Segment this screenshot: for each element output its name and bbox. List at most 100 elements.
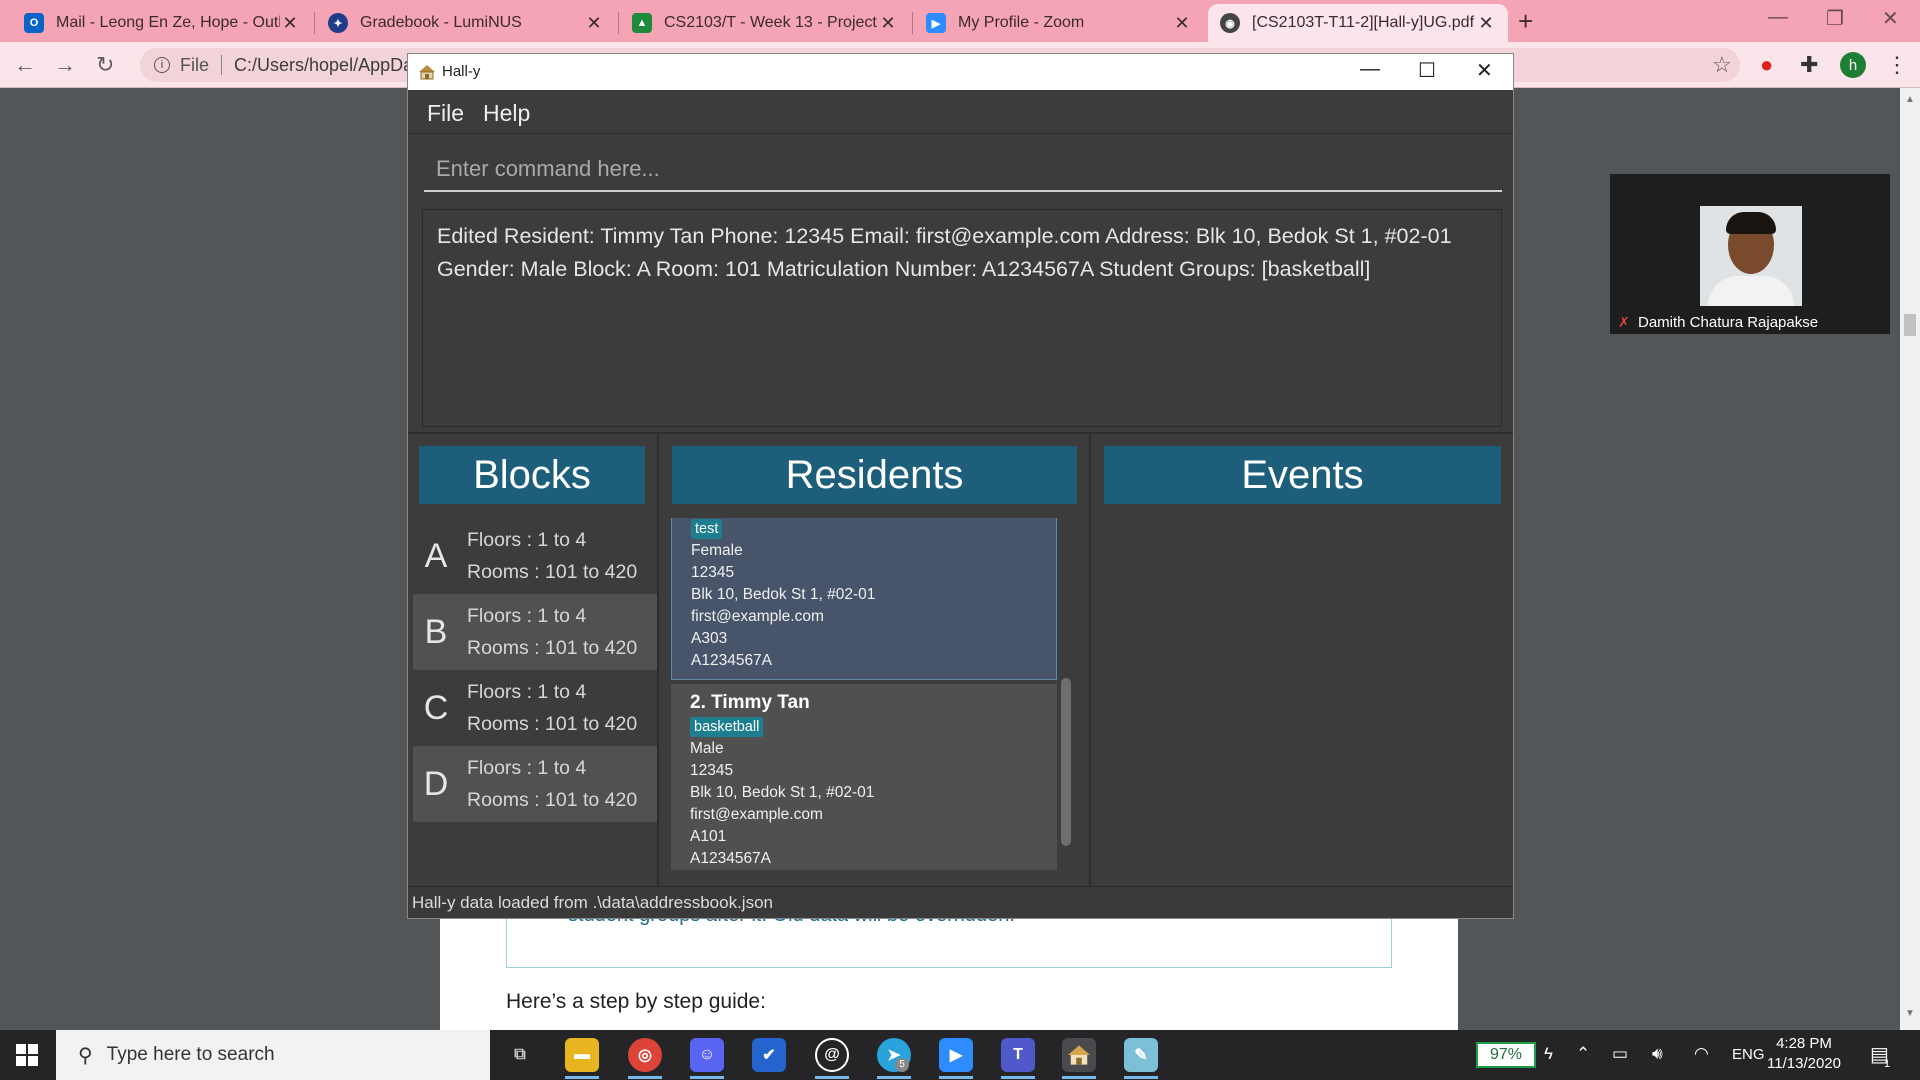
tab-zoom[interactable]: ▶ My Profile - Zoom ✕ — [914, 4, 1204, 42]
discord-icon[interactable]: ☺ — [690, 1038, 724, 1072]
participant-name: Damith Chatura Rajapakse — [1638, 314, 1819, 331]
close-icon[interactable]: ✕ — [584, 13, 604, 34]
notepad-icon[interactable]: ✎ — [1124, 1038, 1158, 1072]
window-titlebar[interactable]: Hall-y — ☐ ✕ — [408, 54, 1513, 90]
zoom-icon[interactable]: ▶ — [939, 1038, 973, 1072]
star-icon[interactable]: ☆ — [1712, 52, 1732, 78]
todo-icon[interactable]: ✔ — [752, 1038, 786, 1072]
status-bar: Hall-y data loaded from .\data\addressbo… — [408, 886, 1513, 918]
back-icon[interactable]: ← — [14, 52, 36, 78]
close-icon[interactable]: ✕ — [1476, 58, 1493, 83]
task-view-icon[interactable]: ⧉ — [503, 1038, 537, 1072]
globe-icon: ◉ — [1220, 13, 1240, 33]
scroll-down-icon[interactable]: ▼ — [1905, 1008, 1915, 1019]
tab-cs2103[interactable]: ▲ CS2103/T - Week 13 - Project ✕ — [620, 4, 910, 42]
menu-file[interactable]: File — [427, 100, 464, 127]
opera-icon[interactable]: ● — [1760, 52, 1773, 78]
battery-percent[interactable]: 97% — [1476, 1042, 1536, 1068]
resident-card[interactable]: test Female 12345 Blk 10, Bedok St 1, #0… — [671, 518, 1057, 680]
close-icon[interactable]: ✕ — [1172, 13, 1192, 34]
search-icon: ⚲ — [78, 1044, 93, 1067]
running-indicator — [815, 1076, 849, 1079]
notification-count: 1 — [1884, 1058, 1891, 1070]
tab-separator — [912, 12, 913, 34]
resident-gender: Female — [691, 542, 743, 559]
minimize-icon[interactable]: — — [1360, 58, 1380, 81]
hally-window: Hall-y — ☐ ✕ File Help Edited Resident: … — [407, 53, 1514, 919]
chrome-icon[interactable]: ◎ — [628, 1038, 662, 1072]
close-icon[interactable]: ✕ — [878, 13, 898, 34]
running-indicator — [1001, 1076, 1035, 1079]
block-item-d[interactable]: D Floors : 1 to 4 Rooms : 101 to 420 — [413, 746, 657, 822]
resident-phone: 12345 — [691, 564, 735, 581]
block-letter: B — [424, 612, 448, 651]
resident-room: A303 — [691, 630, 728, 647]
resident-card[interactable]: 2. Timmy Tan basketball Male 12345 Blk 1… — [671, 684, 1057, 870]
reload-icon[interactable]: ↻ — [96, 52, 114, 78]
hall-icon — [1068, 1045, 1090, 1065]
address-path: C:/Users/hopel/AppDat — [234, 54, 419, 75]
hally-taskbar-icon[interactable] — [1062, 1038, 1096, 1072]
running-indicator — [939, 1076, 973, 1079]
tab-mail[interactable]: O Mail - Leong En Ze, Hope - Outlo ✕ — [12, 4, 312, 42]
block-letter: D — [423, 764, 449, 803]
windows-start-icon[interactable] — [16, 1044, 38, 1066]
graduation-cap-icon: ▲ — [632, 13, 652, 33]
kebab-menu-icon[interactable]: ⋮ — [1886, 52, 1908, 78]
column-divider — [1089, 434, 1091, 886]
student-group-tag: basketball — [690, 717, 764, 737]
scroll-thumb[interactable] — [1904, 314, 1916, 336]
taskbar-search[interactable]: ⚲ Type here to search — [56, 1030, 490, 1080]
chevron-up-icon[interactable]: ⌃ — [1576, 1044, 1590, 1064]
zoom-video-tile[interactable]: ✗ Damith Chatura Rajapakse — [1610, 174, 1890, 334]
info-icon[interactable]: i — [154, 57, 170, 73]
muted-mic-icon: ✗ — [1618, 314, 1630, 330]
teams-icon[interactable]: T — [1001, 1038, 1035, 1072]
block-floors: Floors : 1 to 4 — [467, 681, 587, 703]
resident-room: A101 — [690, 828, 727, 845]
avatar[interactable]: h — [1840, 52, 1866, 78]
at-mail-icon[interactable]: @ — [815, 1038, 849, 1072]
battery-icon[interactable]: ▭ — [1612, 1044, 1628, 1064]
scroll-up-icon[interactable]: ▲ — [1905, 94, 1915, 105]
command-box — [424, 148, 1502, 192]
command-input[interactable] — [424, 148, 1502, 190]
tab-pdf[interactable]: ◉ [CS2103T-T11-2][Hall-y]UG.pdf ✕ — [1208, 4, 1508, 42]
minimize-icon[interactable]: — — [1768, 6, 1788, 29]
block-info: Floors : 1 to 4 Rooms : 101 to 420 — [467, 600, 637, 664]
block-item-a[interactable]: A Floors : 1 to 4 Rooms : 101 to 420 — [413, 518, 657, 594]
residents-header: Residents — [672, 446, 1077, 504]
block-rooms: Rooms : 101 to 420 — [467, 561, 638, 583]
block-floors: Floors : 1 to 4 — [467, 529, 587, 551]
block-item-c[interactable]: C Floors : 1 to 4 Rooms : 101 to 420 — [413, 670, 657, 746]
resident-scrollbar[interactable] — [1061, 678, 1071, 846]
clock[interactable]: 4:28 PM 11/13/2020 — [1760, 1034, 1848, 1074]
menu-bar: File Help — [408, 90, 1513, 134]
blocks-header: Blocks — [419, 446, 645, 504]
volume-icon[interactable]: 🔊︎ — [1652, 1044, 1663, 1064]
pdf-guide-text: Here’s a step by step guide: — [506, 990, 766, 1013]
resident-gender: Male — [690, 740, 724, 757]
search-placeholder: Type here to search — [106, 1044, 275, 1065]
pdf-scrollbar[interactable]: ▲ ▼ — [1900, 88, 1920, 1030]
running-indicator — [1124, 1076, 1158, 1079]
forward-icon[interactable]: → — [54, 52, 76, 78]
running-indicator — [1062, 1076, 1096, 1079]
menu-help[interactable]: Help — [483, 100, 530, 127]
close-icon[interactable]: ✕ — [1476, 13, 1496, 34]
block-floors: Floors : 1 to 4 — [467, 605, 587, 627]
close-window-icon[interactable]: ✕ — [1882, 6, 1899, 31]
block-item-b[interactable]: B Floors : 1 to 4 Rooms : 101 to 420 — [413, 594, 657, 670]
close-icon[interactable]: ✕ — [280, 13, 300, 34]
maximize-icon[interactable]: ☐ — [1418, 58, 1436, 83]
extensions-icon[interactable]: ✚ — [1800, 52, 1818, 78]
new-tab-button[interactable]: + — [1518, 6, 1533, 37]
file-explorer-icon[interactable]: ▬ — [565, 1038, 599, 1072]
event-list[interactable] — [1104, 518, 1501, 870]
tab-gradebook[interactable]: ✦ Gradebook - LumiNUS ✕ — [316, 4, 616, 42]
restore-icon[interactable]: ❐ — [1826, 6, 1844, 31]
block-letter: C — [423, 688, 449, 727]
participant-photo — [1700, 206, 1802, 306]
resident-list[interactable]: test Female 12345 Blk 10, Bedok St 1, #0… — [671, 518, 1065, 870]
wifi-icon[interactable]: ◠ — [1694, 1044, 1709, 1064]
